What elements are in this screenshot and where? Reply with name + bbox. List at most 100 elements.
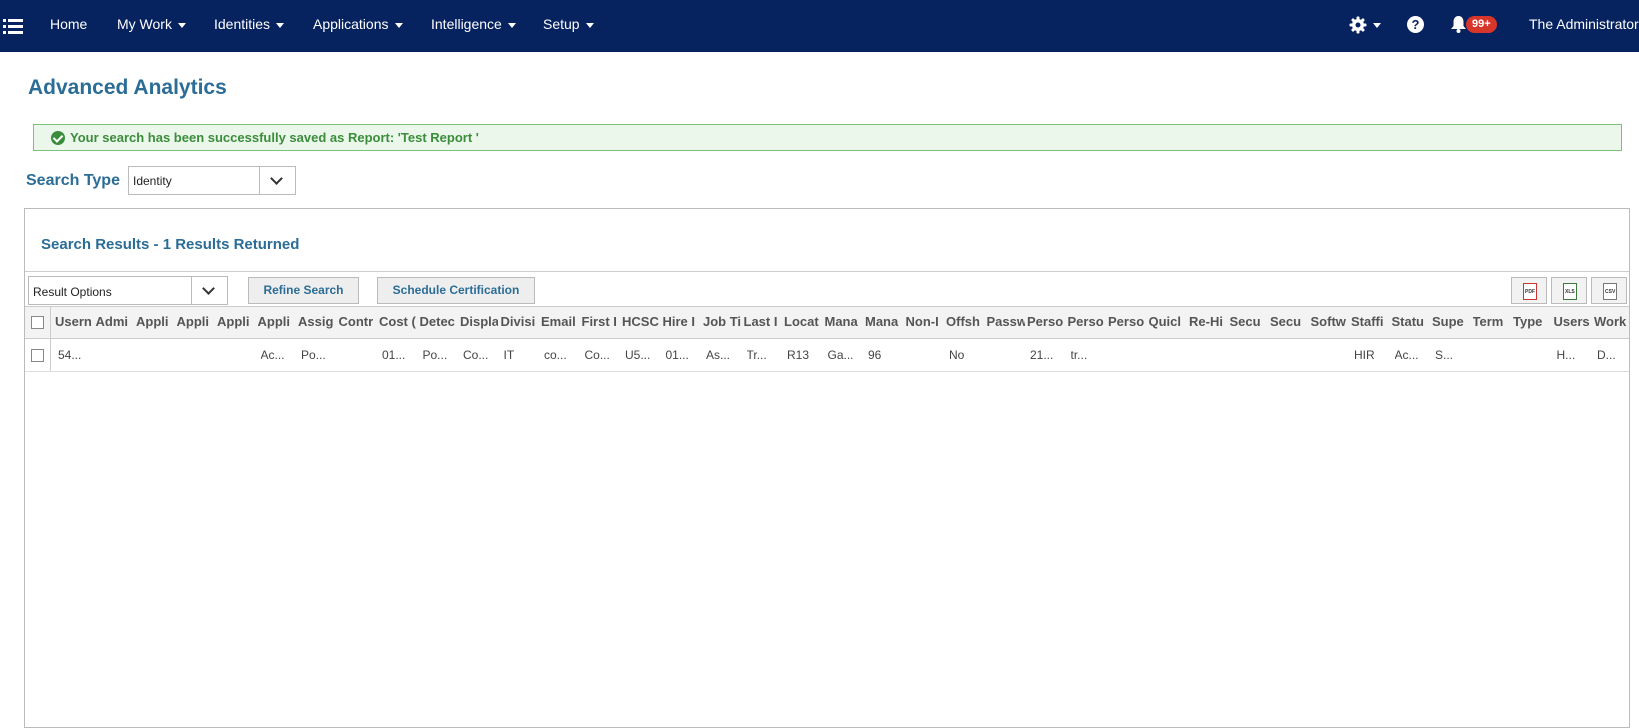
column-header[interactable]: Appli [177,314,215,329]
column-header[interactable]: Softw [1311,314,1349,329]
column-header[interactable]: Appli [217,314,255,329]
nav-identities-label: Identities [214,16,271,32]
caret-down-icon [394,22,403,28]
table-cell: 01... [382,348,406,362]
column-header[interactable]: Term [1473,314,1511,329]
caret-down-icon [177,22,186,28]
nav-my-work[interactable]: My Work [117,16,186,32]
nav-setup[interactable]: Setup [543,16,594,32]
table-cell: Tr... [746,348,767,362]
export-csv-button[interactable]: CSV [1591,277,1627,304]
column-header[interactable]: Appli [258,314,296,329]
chevron-down-icon [202,282,215,295]
column-header[interactable]: Locat [784,314,822,329]
table-cell: co... [544,348,567,362]
table-cell: No [949,348,965,362]
column-header[interactable]: Mana [825,314,863,329]
column-header[interactable]: Hire I [663,314,701,329]
chevron-down-icon [270,172,283,185]
column-header[interactable]: Cost ( [379,314,417,329]
column-header[interactable]: First I [582,314,620,329]
xls-label: XLS [1565,289,1575,295]
column-header[interactable]: Users [1554,314,1592,329]
results-title: Search Results - 1 Results Returned [41,236,300,253]
nav-identities[interactable]: Identities [214,16,285,32]
caret-down-icon [276,22,285,28]
column-header[interactable]: Passw [987,314,1025,329]
caret-down-icon [507,22,516,28]
column-header[interactable]: Admi [96,314,134,329]
search-type-select[interactable]: Identity [128,166,296,195]
table-row[interactable]: 54... Ac... Po... 01... Po... Co... IT co... Co.… [25,338,1629,372]
schedule-certification-button[interactable]: Schedule Certification [377,277,535,304]
column-header[interactable]: Perso [1108,314,1146,329]
column-header[interactable]: Displa [460,314,498,329]
nav-intelligence-label: Intelligence [431,16,502,32]
pdf-file-icon: PDF [1523,283,1537,300]
column-header[interactable]: Appli [136,314,174,329]
nav-applications[interactable]: Applications [313,16,403,32]
pdf-label: PDF [1525,289,1535,295]
column-header[interactable]: Staffi [1351,314,1389,329]
select-all-checkbox[interactable] [31,316,44,329]
result-options-dropdown-button[interactable] [191,277,227,304]
list-menu-icon[interactable] [3,17,23,35]
column-header[interactable]: Mana [865,314,903,329]
column-header[interactable]: Usern [55,314,93,329]
notification-badge: 99+ [1466,16,1497,33]
bell-icon[interactable] [1450,15,1467,34]
nav-setup-label: Setup [543,16,580,32]
refine-search-button[interactable]: Refine Search [248,277,359,304]
search-type-value: Identity [133,174,172,188]
column-header[interactable]: Supe [1432,314,1470,329]
column-header[interactable]: HCSC [622,314,660,329]
row-select-column [25,338,51,371]
nav-home[interactable]: Home [50,16,87,32]
table-cell: tr... [1070,348,1088,362]
column-header[interactable]: Email [541,314,579,329]
page-title: Advanced Analytics [28,76,227,99]
column-header[interactable]: Re-Hi [1189,314,1227,329]
table-cell: Ac... [1394,348,1419,362]
column-header[interactable]: Secu [1270,314,1308,329]
row-checkbox[interactable] [31,349,44,362]
column-header[interactable]: Quicl [1149,314,1187,329]
export-xls-button[interactable]: XLS [1551,277,1587,304]
column-header[interactable]: Detec [420,314,458,329]
column-header[interactable]: Job Ti [703,314,741,329]
gear-icon [1349,16,1367,34]
column-header[interactable]: Non-I [906,314,944,329]
spreadsheet-file-icon: XLS [1563,283,1577,300]
column-header[interactable]: Secu [1230,314,1268,329]
column-header[interactable]: Perso [1068,314,1106,329]
column-header[interactable]: Assig [298,314,336,329]
search-type-dropdown-button[interactable] [259,167,295,194]
export-pdf-button[interactable]: PDF [1511,277,1547,304]
column-header[interactable]: Contr [339,314,377,329]
nav-applications-label: Applications [313,16,389,32]
table-cell: HIR [1354,348,1375,362]
results-toolbar: Result Options Refine Search Schedule Ce… [25,271,1629,306]
column-header[interactable]: Offsh [946,314,984,329]
table-cell: Ga... [827,348,854,362]
nav-intelligence[interactable]: Intelligence [431,16,516,32]
caret-down-icon [585,22,594,28]
results-grid-header: Usern Admi Appli Appli Appli Appli Assig Contr C… [25,306,1629,339]
column-header[interactable]: Statu [1392,314,1430,329]
table-cell: S... [1435,348,1454,362]
settings-menu[interactable] [1349,16,1381,34]
table-cell: Ac... [260,348,285,362]
result-options-select[interactable]: Result Options [28,276,228,305]
help-icon[interactable]: ? [1407,16,1424,33]
csv-file-icon: CSV [1603,283,1617,300]
column-header[interactable]: Type [1513,314,1551,329]
column-header[interactable]: Divisi [501,314,539,329]
top-navigation-bar: Home My Work Identities Applications Int… [0,0,1639,52]
column-header[interactable]: Perso [1027,314,1065,329]
user-menu[interactable]: The Administrator [1529,16,1639,32]
column-header[interactable]: Last I [744,314,782,329]
success-alert: Your search has been successfully saved … [33,124,1622,151]
table-cell: D... [1597,348,1616,362]
search-results-panel: Search Results - 1 Results Returned Resu… [24,208,1630,728]
column-header[interactable]: Work [1594,314,1632,329]
